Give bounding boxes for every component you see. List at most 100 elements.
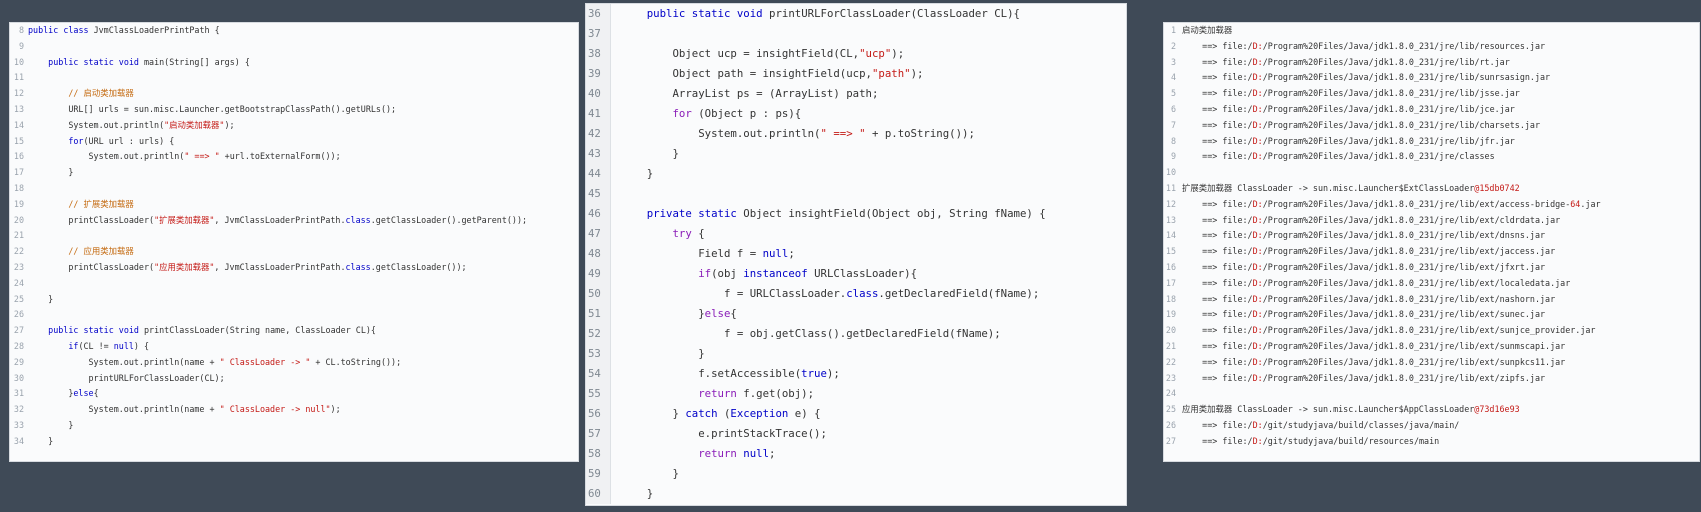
code-line: 26 — [10, 307, 578, 323]
line-number: 21 — [1165, 340, 1176, 351]
code-line: 17 } — [10, 165, 578, 181]
output-line: 26 ==> file:/D:/git/studyjava/build/clas… — [1164, 418, 1699, 434]
code-text: public static void printClassLoader(Stri… — [48, 325, 376, 336]
code-text: if(obj instanceof URLClassLoader){ — [698, 267, 918, 280]
code-text: Object path = insightField(ucp,"path"); — [621, 67, 924, 80]
code-line: 15 for(URL url : urls) { — [10, 134, 578, 150]
line-number: 14 — [13, 119, 24, 130]
code-line: 25 } — [10, 292, 578, 308]
output-line: 6 ==> file:/D:/Program%20Files/Java/jdk1… — [1164, 102, 1699, 118]
code-text: if(CL != null) { — [68, 340, 150, 351]
line-number: 12 — [13, 88, 24, 99]
code-line: 47 try { — [586, 224, 1126, 244]
code-text: System.out.println(" ==> " +url.toExtern… — [28, 151, 341, 162]
output-line: 22 ==> file:/D:/Program%20Files/Java/jdk… — [1164, 355, 1699, 371]
line-number: 16 — [13, 151, 24, 162]
line-number: 8 — [1170, 135, 1176, 146]
line-number: 12 — [1165, 198, 1176, 209]
line-number: 6 — [1170, 103, 1176, 114]
code-text: return null; — [698, 447, 776, 460]
line-number: 17 — [1165, 277, 1176, 288]
code-line: 30 printURLForClassLoader(CL); — [10, 371, 578, 387]
code-line: 46 private static Object insightField(Ob… — [586, 204, 1126, 224]
code-text: printClassLoader("扩展类加载器", JvmClassLoade… — [28, 214, 528, 225]
output-line: 5 ==> file:/D:/Program%20Files/Java/jdk1… — [1164, 86, 1699, 102]
line-number: 47 — [586, 224, 611, 244]
line-number: 30 — [13, 372, 24, 383]
code-text: private static Object insightField(Objec… — [646, 207, 1046, 220]
line-number: 55 — [586, 384, 611, 404]
line-number: 21 — [13, 230, 24, 241]
code-text: return f.get(obj); — [698, 387, 815, 400]
output-line: 10 — [1164, 165, 1699, 181]
source-code-panel-helpers: 36 public static void printURLForClassLo… — [585, 3, 1127, 506]
code-text: public static void main(String[] args) { — [48, 56, 250, 67]
code-line: 21 — [10, 228, 578, 244]
code-line: 54 f.setAccessible(true); — [586, 364, 1126, 384]
output-line: 19 ==> file:/D:/Program%20Files/Java/jdk… — [1164, 307, 1699, 323]
code-text: for (Object p : ps){ — [672, 107, 802, 120]
code-line: 27 public static void printClassLoader(S… — [10, 323, 578, 339]
line-number: 15 — [13, 135, 24, 146]
output-line: 12 ==> file:/D:/Program%20Files/Java/jdk… — [1164, 197, 1699, 213]
line-number: 17 — [13, 167, 24, 178]
output-line: 4 ==> file:/D:/Program%20Files/Java/jdk1… — [1164, 70, 1699, 86]
output-line: 15 ==> file:/D:/Program%20Files/Java/jdk… — [1164, 244, 1699, 260]
code-line: 56 } catch (Exception e) { — [586, 404, 1126, 424]
code-text: public class JvmClassLoaderPrintPath { — [28, 25, 220, 35]
output-line: 2 ==> file:/D:/Program%20Files/Java/jdk1… — [1164, 39, 1699, 55]
output-text: ==> file:/D:/Program%20Files/Java/jdk1.8… — [1182, 277, 1571, 288]
line-number: 36 — [586, 4, 611, 24]
output-line: 8 ==> file:/D:/Program%20Files/Java/jdk1… — [1164, 134, 1699, 150]
line-number: 10 — [13, 56, 24, 67]
code-line: 19 // 扩展类加载器 — [10, 197, 578, 213]
code-text: f = obj.getClass().getDeclaredField(fNam… — [621, 327, 1001, 340]
code-text: URL[] urls = sun.misc.Launcher.getBootst… — [28, 103, 397, 114]
line-number: 23 — [13, 261, 24, 272]
code-line: 29 System.out.println(name + " ClassLoad… — [10, 355, 578, 371]
line-number: 18 — [1165, 293, 1176, 304]
line-number: 56 — [586, 404, 611, 424]
code-text: // 启动类加载器 — [28, 88, 134, 99]
code-text: } — [621, 167, 654, 180]
code-text: } — [28, 293, 54, 304]
line-number: 9 — [18, 40, 24, 51]
line-number: 20 — [1165, 325, 1176, 336]
code-text: // 应用类加载器 — [28, 246, 134, 257]
output-text: ==> file:/D:/Program%20Files/Java/jdk1.8… — [1182, 230, 1546, 241]
code-text: System.out.println(name + " ClassLoader … — [28, 356, 402, 367]
code-line: 9 — [10, 39, 578, 55]
code-line: 36 public static void printURLForClassLo… — [586, 4, 1126, 24]
code-line: 24 — [10, 276, 578, 292]
line-number: 60 — [586, 484, 611, 504]
line-number: 24 — [1165, 388, 1176, 399]
line-number: 10 — [1165, 167, 1176, 178]
output-line: 14 ==> file:/D:/Program%20Files/Java/jdk… — [1164, 228, 1699, 244]
output-text: 启动类加载器 — [1182, 25, 1233, 35]
code-text: f.setAccessible(true); — [621, 367, 840, 380]
code-line: 32 System.out.println(name + " ClassLoad… — [10, 402, 578, 418]
code-line: 43 } — [586, 144, 1126, 164]
code-text: }else{ — [28, 388, 99, 399]
output-text: ==> file:/D:/Program%20Files/Java/jdk1.8… — [1182, 103, 1515, 114]
code-line: 41 for (Object p : ps){ — [586, 104, 1126, 124]
code-line: 40 ArrayList ps = (ArrayList) path; — [586, 84, 1126, 104]
code-line: 58 return null; — [586, 444, 1126, 464]
code-line: 55 return f.get(obj); — [586, 384, 1126, 404]
code-text: System.out.println(name + " ClassLoader … — [28, 404, 341, 415]
code-text: f = URLClassLoader.class.getDeclaredFiel… — [621, 287, 1040, 300]
code-line: 14 System.out.println("启动类加载器"); — [10, 118, 578, 134]
output-text: ==> file:/D:/Program%20Files/Java/jdk1.8… — [1182, 135, 1515, 146]
output-text: ==> file:/D:/Program%20Files/Java/jdk1.8… — [1182, 56, 1510, 67]
line-number: 23 — [1165, 372, 1176, 383]
code-text: } — [621, 347, 705, 360]
source-code-panel-main: 8 public class JvmClassLoaderPrintPath {9… — [9, 22, 579, 462]
line-number: 53 — [586, 344, 611, 364]
code-line: 34 } — [10, 434, 578, 450]
line-number: 29 — [13, 356, 24, 367]
